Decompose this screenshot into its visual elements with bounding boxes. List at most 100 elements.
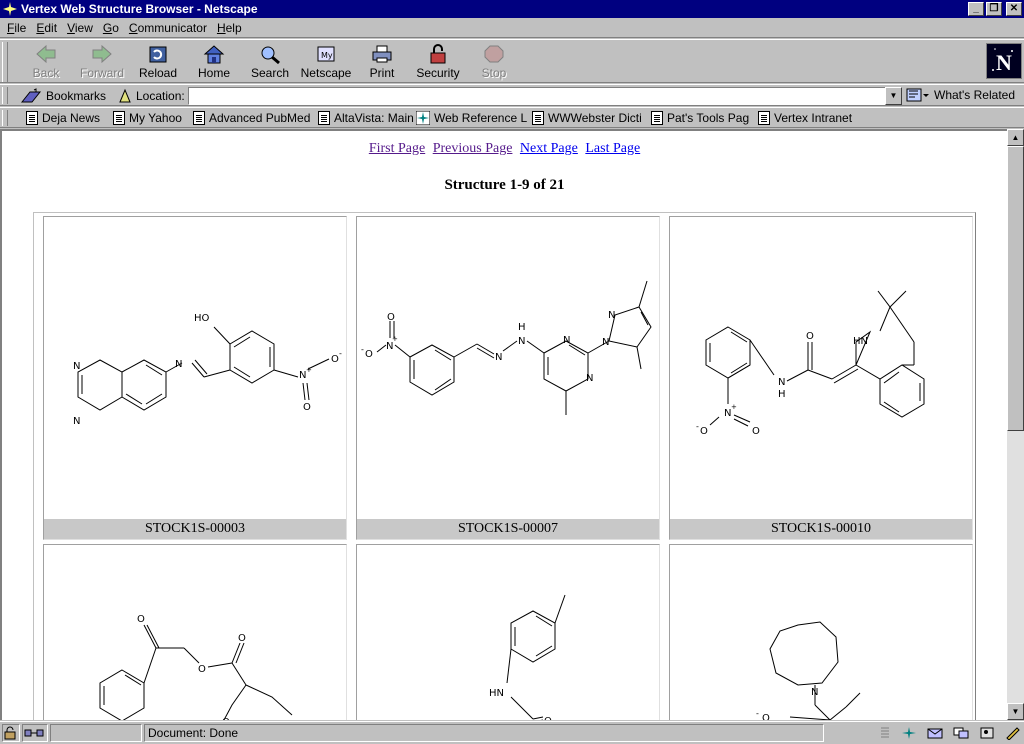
window-title: Vertex Web Structure Browser - Netscape <box>21 2 258 16</box>
atom-label: O <box>700 426 708 437</box>
security-lock-status[interactable] <box>2 724 20 742</box>
molecule-structure-drawing: HN O <box>489 594 566 720</box>
page-content: First Page Previous Page Next Page Last … <box>0 129 1007 720</box>
structure-cell[interactable]: HN O <box>356 544 660 720</box>
search-button[interactable]: Search <box>242 42 298 82</box>
structure-id-label: STOCK1S-00007 <box>357 519 659 539</box>
restore-button[interactable]: ❐ <box>986 2 1002 16</box>
newsgroups-icon[interactable] <box>953 726 969 740</box>
page-proxy-icon[interactable] <box>118 88 132 104</box>
menu-help[interactable]: Help <box>212 21 247 35</box>
location-input[interactable] <box>188 87 886 105</box>
netscape-n-icon: N <box>987 44 1021 78</box>
whats-related-button[interactable]: What's Related <box>906 87 1015 103</box>
atom-label: O <box>365 349 373 360</box>
location-toolbar: Bookmarks Location: ▼ What's Related <box>0 84 1024 106</box>
my-netscape-icon: My <box>317 46 335 62</box>
stop-button[interactable]: Stop <box>466 42 522 82</box>
bookmark-advanced-pubmed[interactable]: Advanced PubMed <box>193 111 310 125</box>
scroll-thumb[interactable] <box>1007 146 1024 431</box>
menu-edit[interactable]: Edit <box>31 21 62 35</box>
web-reference-icon <box>416 111 430 125</box>
netscape-logo[interactable]: N <box>986 43 1022 79</box>
bookmark-my-yahoo[interactable]: My Yahoo <box>113 111 182 125</box>
bookmark-page-icon <box>532 111 544 125</box>
last-page-link[interactable]: Last Page <box>585 141 640 156</box>
scroll-up-button[interactable]: ▲ <box>1007 129 1024 146</box>
atom-label: + <box>306 366 312 374</box>
atom-label: H <box>778 389 786 400</box>
atom-label: + <box>731 403 737 411</box>
bookmark-page-icon <box>758 111 770 125</box>
toolbar-grip[interactable] <box>2 42 8 82</box>
atom-label: + <box>392 335 398 343</box>
personal-grip[interactable] <box>2 110 8 126</box>
address-book-icon[interactable] <box>979 726 995 740</box>
atom-label: HN <box>853 336 868 347</box>
atom-label: O <box>544 716 552 720</box>
composer-icon[interactable] <box>1005 726 1021 740</box>
stop-icon <box>484 45 504 63</box>
first-page-link[interactable]: First Page <box>369 141 425 156</box>
bookmark-vertex-intranet[interactable]: Vertex Intranet <box>758 111 852 125</box>
close-button[interactable]: ✕ <box>1006 2 1022 16</box>
scroll-down-button[interactable]: ▼ <box>1007 703 1024 720</box>
back-button[interactable]: Back <box>18 42 74 82</box>
menu-file[interactable]: File <box>2 21 31 35</box>
bookmark-page-icon <box>651 111 663 125</box>
location-dropdown-button[interactable]: ▼ <box>885 87 902 105</box>
structure-cell[interactable]: N O - <box>669 544 973 720</box>
molecule-structure-drawing: HN O N H N + O - O <box>696 290 925 437</box>
vertical-scrollbar[interactable]: ▲ ▼ <box>1007 129 1024 720</box>
mail-icon[interactable] <box>927 726 943 740</box>
connection-status <box>22 724 48 742</box>
structure-cell[interactable]: O O O O <box>43 544 347 720</box>
location-grip[interactable] <box>2 87 8 104</box>
atom-label: N <box>608 310 615 321</box>
atom-label: O <box>137 614 145 625</box>
navigation-toolbar: Back Forward Reload Home Search My Netsc… <box>0 39 1024 83</box>
bookmark-wwwebster[interactable]: WWWebster Dicti <box>532 111 642 125</box>
bookmarks-icon <box>20 88 42 103</box>
menu-communicator[interactable]: Communicator <box>124 21 212 35</box>
connection-icon <box>24 729 44 737</box>
personal-toolbar: Deja News My Yahoo Advanced PubMed AltaV… <box>0 107 1024 128</box>
reload-button[interactable]: Reload <box>130 42 186 82</box>
structure-id-label: STOCK1S-00010 <box>670 519 972 539</box>
atom-label: N <box>175 359 182 370</box>
page-heading: Structure 1-9 of 21 <box>444 177 565 193</box>
reload-icon <box>149 46 167 63</box>
bookmark-pats-tools[interactable]: Pat's Tools Pag <box>651 111 749 125</box>
atom-label: O <box>806 331 814 342</box>
structure-cell[interactable]: O - N + O N H N N N N N STOCK1S-00007 <box>356 216 660 540</box>
menu-bar: File Edit View Go Communicator Help <box>0 18 1024 38</box>
menu-go[interactable]: Go <box>98 21 124 35</box>
status-text: Document: Done <box>144 724 824 742</box>
home-button[interactable]: Home <box>186 42 242 82</box>
structure-cell[interactable]: HN O N H N + O - O STOCK1S-00010 <box>669 216 973 540</box>
bookmarks-button[interactable]: Bookmarks <box>20 88 106 104</box>
atom-label: N <box>495 352 502 363</box>
previous-page-link[interactable]: Previous Page <box>433 141 513 156</box>
print-button[interactable]: Print <box>354 42 410 82</box>
atom-label: N <box>811 687 818 698</box>
atom-label: N <box>73 416 80 427</box>
atom-label: HN <box>489 688 504 699</box>
netscape-button[interactable]: My Netscape <box>298 42 354 82</box>
structure-cell[interactable]: HO N N + O - O N N STOCK1S-00003 <box>43 216 347 540</box>
bookmark-page-icon <box>318 111 330 125</box>
atom-label: O <box>387 312 395 323</box>
component-grip-icon[interactable] <box>879 726 891 740</box>
forward-arrow-icon <box>92 44 112 64</box>
bookmark-deja-news[interactable]: Deja News <box>26 111 100 125</box>
menu-view[interactable]: View <box>62 21 98 35</box>
navigator-icon[interactable] <box>901 726 917 740</box>
forward-button[interactable]: Forward <box>74 42 130 82</box>
atom-label: - <box>696 422 699 431</box>
bookmark-altavista[interactable]: AltaVista: Main <box>318 111 414 125</box>
security-button[interactable]: Security <box>410 42 466 82</box>
minimize-button[interactable]: _ <box>968 2 984 16</box>
next-page-link[interactable]: Next Page <box>520 141 578 156</box>
bookmark-web-reference[interactable]: Web Reference L <box>416 111 527 125</box>
atom-label: O <box>752 426 760 437</box>
